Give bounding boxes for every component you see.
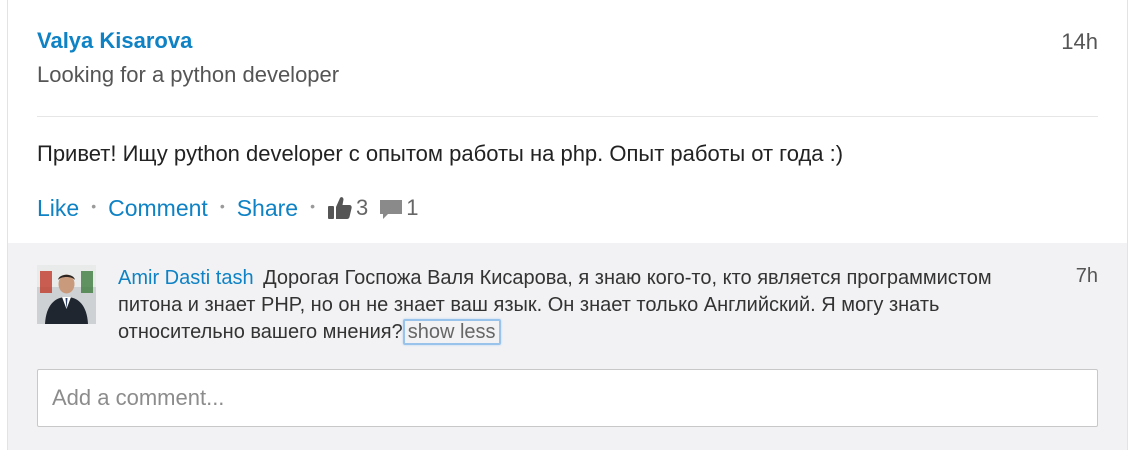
post-headline: Looking for a python developer: [37, 62, 340, 87]
separator-dot: •: [91, 198, 97, 214]
commenter-name-link[interactable]: Amir Dasti tash: [118, 267, 254, 289]
post-author-link[interactable]: Valya Kisarova: [37, 28, 192, 54]
speech-bubble-icon[interactable]: [378, 198, 404, 222]
add-comment-input[interactable]: [37, 369, 1098, 427]
thumbs-up-icon[interactable]: [327, 195, 353, 221]
post-timestamp: 14h: [1061, 29, 1098, 54]
likes-count[interactable]: 3: [356, 195, 368, 221]
post-actions: Like • Comment • Share • 3 1: [37, 192, 419, 224]
post-card: Valya Kisarova 14h Looking for a python …: [7, 0, 1128, 450]
separator-dot: •: [310, 198, 315, 214]
comment-timestamp: 7h: [1075, 265, 1098, 287]
divider: [37, 116, 1098, 117]
comments-count[interactable]: 1: [406, 195, 418, 221]
comment-button[interactable]: Comment: [108, 195, 208, 222]
post-body: Привет! Ищу python developer с опытом ра…: [37, 141, 844, 166]
show-less-link[interactable]: show less: [402, 319, 501, 345]
commenter-avatar[interactable]: [37, 265, 96, 324]
comment-body: Amir Dasti tash Дорогая Госпожа Валя Кис…: [118, 265, 1018, 346]
share-button[interactable]: Share: [237, 195, 298, 222]
like-button[interactable]: Like: [37, 195, 79, 222]
separator-dot: •: [219, 198, 225, 214]
comments-section: Amir Dasti tash Дорогая Госпожа Валя Кис…: [8, 243, 1127, 450]
